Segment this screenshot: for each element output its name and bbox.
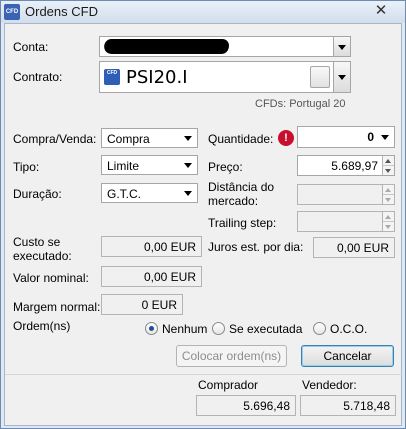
trailing-step-input[interactable] — [297, 211, 395, 232]
chevron-down-icon[interactable] — [180, 156, 197, 174]
account-label: Conta: — [13, 40, 49, 54]
duration-value: G.T.C. — [107, 187, 142, 201]
duration-select[interactable]: G.T.C. — [101, 183, 198, 203]
trailing-step-label: Trailing step: — [208, 216, 277, 230]
warning-icon: ! — [278, 130, 294, 146]
spin-down-icon[interactable] — [383, 222, 394, 232]
contract-subtitle: CFDs: Portugal 20 — [255, 98, 346, 110]
type-select[interactable]: Limite — [101, 155, 198, 175]
cancel-button[interactable]: Cancelar — [301, 345, 394, 367]
cfd-contract-icon: CFD — [104, 69, 120, 85]
price-spinner[interactable] — [382, 156, 394, 175]
spin-down-icon[interactable] — [383, 166, 394, 176]
contract-value: PSI20.I — [126, 67, 188, 88]
interest-label: Juros est. por dia: — [208, 240, 304, 254]
type-value: Limite — [107, 159, 140, 173]
nominal-value: 0,00 EUR — [101, 266, 202, 287]
radio-oco-label[interactable]: O.C.O. — [330, 322, 367, 336]
side-select[interactable]: Compra — [101, 128, 198, 148]
seller-label: Vendedor: — [302, 378, 357, 392]
margin-value: 0 EUR — [101, 294, 183, 315]
title-bar[interactable]: CFD Ordens CFD ✕ — [1, 1, 405, 23]
account-select[interactable] — [99, 36, 351, 57]
margin-label: Margem normal: — [13, 300, 101, 314]
quantity-label: Quantidade: — [208, 132, 274, 146]
chevron-down-icon[interactable] — [180, 184, 197, 202]
side-label: Compra/Venda: — [13, 132, 97, 146]
spin-up-icon[interactable] — [383, 212, 394, 222]
chevron-down-icon[interactable] — [333, 37, 350, 56]
price-value: 5.689,97 — [331, 159, 378, 173]
place-order-button[interactable]: Colocar ordem(ns) — [176, 345, 287, 367]
market-distance-label-1: Distância do — [208, 180, 275, 194]
redacted-account-value — [102, 39, 231, 54]
dialog-body: Conta: Contrato: CFD PSI20.I CFDs: Portu… — [4, 23, 403, 426]
orders-label: Ordem(ns) — [13, 319, 71, 333]
interest-value: 0,00 EUR — [313, 237, 395, 258]
divider — [5, 374, 403, 375]
price-label: Preço: — [208, 160, 243, 174]
type-label: Tipo: — [13, 160, 40, 174]
radio-if-executed-label[interactable]: Se executada — [229, 322, 302, 336]
chevron-down-icon[interactable] — [333, 62, 350, 92]
executed-cost-label-1: Custo se — [13, 235, 61, 249]
radio-oco[interactable] — [313, 322, 326, 335]
side-value: Compra — [107, 132, 150, 146]
quantity-value: 0 — [367, 130, 374, 144]
radio-none[interactable] — [145, 322, 158, 335]
spin-down-icon[interactable] — [383, 195, 394, 205]
trailing-step-spinner[interactable] — [382, 212, 394, 231]
cfd-orders-window: CFD Ordens CFD ✕ Conta: Contrato: CFD PS… — [0, 0, 406, 429]
chevron-down-icon[interactable] — [377, 127, 394, 147]
chevron-down-icon[interactable] — [180, 129, 197, 147]
contract-field[interactable]: CFD PSI20.I — [99, 61, 351, 93]
nominal-label: Valor nominal: — [13, 271, 89, 285]
executed-cost-label-2: executado: — [13, 249, 72, 263]
window-title: Ordens CFD — [25, 4, 98, 19]
buyer-label: Comprador — [198, 378, 259, 392]
spin-up-icon[interactable] — [383, 185, 394, 195]
market-distance-input[interactable] — [297, 184, 395, 205]
radio-if-executed[interactable] — [212, 322, 225, 335]
market-distance-label-2: mercado: — [208, 194, 259, 208]
price-input[interactable]: 5.689,97 — [297, 155, 395, 176]
radio-none-label[interactable]: Nenhum — [162, 322, 207, 336]
executed-cost-value: 0,00 EUR — [101, 236, 202, 257]
buyer-price: 5.696,48 — [196, 395, 296, 416]
close-icon[interactable]: ✕ — [371, 2, 391, 20]
cfd-app-icon: CFD — [4, 4, 20, 20]
contract-label: Contrato: — [13, 70, 63, 84]
market-distance-spinner[interactable] — [382, 185, 394, 204]
spin-up-icon[interactable] — [383, 156, 394, 166]
quantity-input[interactable]: 0 — [297, 126, 395, 148]
seller-price: 5.718,48 — [300, 395, 396, 416]
duration-label: Duração: — [13, 187, 62, 201]
contract-browser-icon[interactable] — [310, 66, 330, 88]
